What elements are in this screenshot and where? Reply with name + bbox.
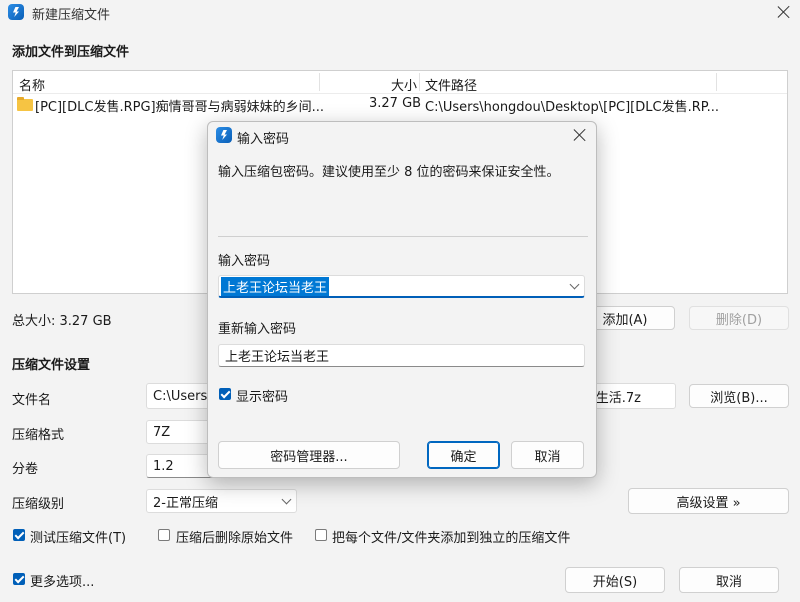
delete-button[interactable]: 删除(D) (689, 306, 789, 330)
level-label: 压缩级别 (12, 497, 65, 512)
add-files-heading: 添加文件到压缩文件 (12, 45, 130, 60)
delete-after-checkbox[interactable] (158, 529, 170, 541)
row-name: [PC][DLC发售.RPG]痴情哥哥与病弱妹妹的乡间... (35, 100, 325, 115)
filename-value-start: C:\Users\ (153, 388, 212, 404)
volume-value: 1.2 (153, 458, 174, 474)
browse-button[interactable]: 浏览(B)... (689, 384, 789, 408)
start-button[interactable]: 开始(S) (565, 567, 665, 593)
reenter-password-value: 上老王论坛当老王 (225, 350, 330, 365)
table-row[interactable]: [PC][DLC发售.RPG]痴情哥哥与病弱妹妹的乡间... 3.27 GB C… (13, 94, 787, 115)
dialog-cancel-button[interactable]: 取消 (511, 441, 584, 469)
ok-button[interactable]: 确定 (427, 441, 500, 469)
window-close-icon[interactable] (777, 5, 791, 19)
dialog-app-icon (216, 127, 232, 143)
password-input[interactable]: 上老王论坛当老王 (218, 275, 585, 298)
dialog-description: 输入压缩包密码。建议使用至少 8 位的密码来保证安全性。 (218, 165, 560, 180)
row-path: C:\Users\hongdou\Desktop\[PC][DLC发售.RP..… (425, 100, 719, 115)
test-checkbox[interactable] (13, 529, 25, 541)
password-value: 上老王论坛当老王 (221, 276, 330, 296)
settings-heading: 压缩文件设置 (12, 358, 91, 373)
cancel-button[interactable]: 取消 (679, 567, 779, 593)
volume-label: 分卷 (12, 462, 39, 477)
filename-value-end: 生活.7z (595, 390, 641, 406)
show-password-checkbox-label[interactable]: 显示密码 (236, 386, 288, 405)
delete-after-checkbox-label[interactable]: 压缩后删除原始文件 (176, 527, 293, 546)
password-manager-button[interactable]: 密码管理器... (218, 441, 400, 469)
separate-archives-checkbox-label[interactable]: 把每个文件/文件夹添加到独立的压缩文件 (332, 527, 570, 546)
column-divider (319, 73, 320, 91)
more-options-checkbox[interactable] (13, 573, 25, 585)
more-options-checkbox-label[interactable]: 更多选项... (30, 571, 94, 590)
dialog-close-icon[interactable] (573, 128, 587, 142)
app-icon (8, 4, 24, 20)
format-label: 压缩格式 (12, 428, 65, 443)
column-header-size[interactable]: 大小 (391, 75, 417, 94)
show-password-checkbox[interactable] (219, 388, 231, 400)
dialog-separator (218, 236, 588, 237)
table-header: 名称 大小 文件路径 (13, 71, 787, 94)
password-label: 输入密码 (218, 254, 271, 269)
chevron-down-icon (281, 494, 292, 505)
advanced-settings-button[interactable]: 高级设置 » (628, 488, 789, 514)
reenter-password-label: 重新输入密码 (218, 322, 297, 337)
chevron-down-icon[interactable] (569, 279, 580, 290)
level-value: 2-正常压缩 (153, 495, 218, 511)
format-value: 7Z (153, 424, 171, 440)
separate-archives-checkbox[interactable] (315, 529, 327, 541)
column-header-path[interactable]: 文件路径 (425, 75, 477, 94)
filename-label: 文件名 (12, 393, 52, 408)
row-size: 3.27 GB (369, 96, 422, 111)
column-divider (716, 73, 717, 91)
column-header-name[interactable]: 名称 (19, 75, 45, 94)
test-checkbox-label[interactable]: 测试压缩文件(T) (30, 527, 126, 546)
window-title: 新建压缩文件 (32, 8, 111, 23)
reenter-password-input[interactable]: 上老王论坛当老王 (218, 344, 585, 367)
column-divider (419, 73, 420, 91)
dialog-title: 输入密码 (237, 132, 290, 147)
password-dialog: 输入密码 输入压缩包密码。建议使用至少 8 位的密码来保证安全性。 输入密码 上… (207, 121, 597, 478)
level-select[interactable]: 2-正常压缩 (146, 489, 297, 513)
folder-icon (17, 97, 33, 111)
total-size: 总大小: 3.27 GB (12, 314, 112, 329)
